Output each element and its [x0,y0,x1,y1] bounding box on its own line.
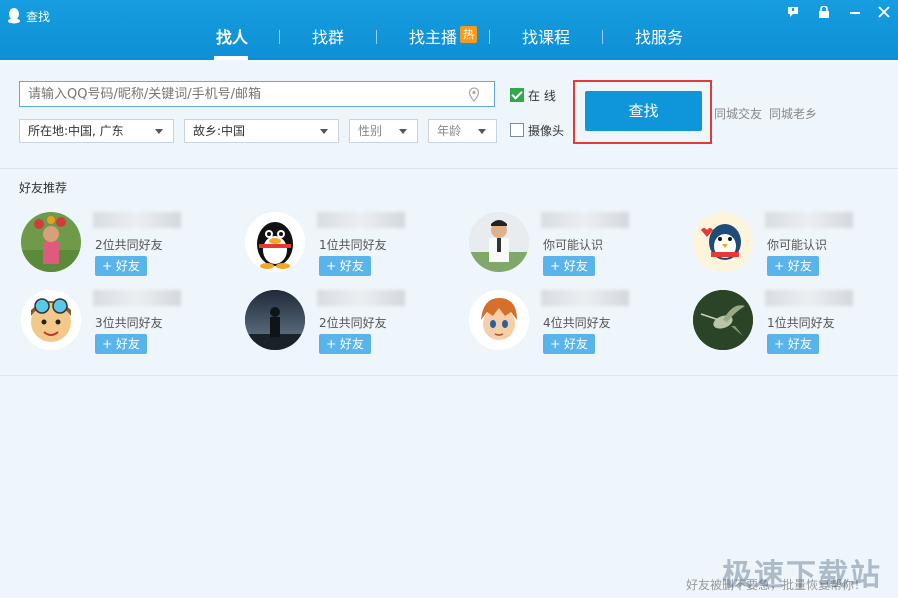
mutual-friends-text: 2位共同好友 [319,316,387,330]
feedback-icon[interactable] [783,6,803,24]
camera-checkbox[interactable] [510,123,524,137]
recommend-card[interactable]: 2位共同好友 + 好友 [245,290,455,354]
location-value: 所在地:中国, 广东 [28,124,124,138]
tab-divider [489,30,490,44]
nickname-blurred [765,212,853,228]
recommend-card[interactable]: 2位共同好友 + 好友 [21,212,231,276]
watermark-logo: 极速下载站 [722,558,882,593]
suggestion-text: 你可能认识 [767,238,828,252]
avatar-person-flowers[interactable] [21,212,81,272]
recommend-card[interactable]: 你可能认识 + 好友 [469,212,679,276]
hot-badge: 热 [460,26,477,43]
search-button[interactable]: 查找 [585,91,702,131]
tab-find-group[interactable]: 找群 [312,26,344,50]
age-value: 年龄 [437,124,462,138]
suggestion-text: 你可能认识 [543,238,604,252]
nickname-blurred [541,212,629,228]
add-friend-button[interactable]: + 好友 [543,256,595,276]
avatar-hummingbird[interactable] [693,290,753,350]
tab-divider [279,30,280,44]
add-friend-button[interactable]: + 好友 [95,256,147,276]
chevron-down-icon [320,129,328,134]
nickname-blurred [317,290,405,306]
nickname-blurred [765,290,853,306]
avatar-anime-boy[interactable] [469,290,529,350]
online-label: 在 线 [528,89,556,103]
search-panel [0,60,898,169]
title-bar: 查找 找人 找群 找主播 热 找课程 找服务 [0,0,898,60]
avatar-cartoon-boy[interactable] [21,290,81,350]
add-friend-button[interactable]: + 好友 [319,256,371,276]
gender-select[interactable]: 性别 [349,119,418,143]
avatar-qq-penguin[interactable] [245,212,305,272]
hometown-value: 故乡:中国 [193,124,246,138]
nickname-blurred [93,290,181,306]
search-box[interactable] [19,81,495,107]
tab-find-people[interactable]: 找人 [216,26,248,50]
chevron-down-icon [478,129,486,134]
mutual-friends-text: 4位共同好友 [543,316,611,330]
minimize-icon[interactable] [845,6,865,24]
add-friend-button[interactable]: + 好友 [767,256,819,276]
window-title: 查找 [26,10,51,24]
tab-find-course[interactable]: 找课程 [522,26,570,50]
add-friend-button[interactable]: + 好友 [319,334,371,354]
recommend-card[interactable]: 1位共同好友 + 好友 [245,212,455,276]
same-hometown-link[interactable]: 同城老乡 [769,105,817,122]
add-friend-button[interactable]: + 好友 [767,334,819,354]
tab-find-service[interactable]: 找服务 [635,26,683,50]
tab-find-streamer[interactable]: 找主播 [409,26,457,50]
location-pin-icon[interactable] [468,87,480,102]
recommend-card[interactable]: 你可能认识 + 好友 [693,212,898,276]
hometown-select[interactable]: 故乡:中国 [184,119,339,143]
recommend-card[interactable]: 3位共同好友 + 好友 [21,290,231,354]
close-icon[interactable] [874,6,894,24]
qq-logo-icon [8,8,20,24]
nickname-blurred [93,212,181,228]
recommend-card[interactable]: 1位共同好友 + 好友 [693,290,898,354]
camera-label: 摄像头 [528,124,565,138]
tab-divider [376,30,377,44]
avatar-man-white-shirt[interactable] [469,212,529,272]
online-checkbox[interactable] [510,88,524,102]
recommend-title: 好友推荐 [19,181,68,195]
age-select[interactable]: 年龄 [428,119,497,143]
avatar-night-silhouette[interactable] [245,290,305,350]
add-friend-button[interactable]: + 好友 [543,334,595,354]
mutual-friends-text: 2位共同好友 [95,238,163,252]
nickname-blurred [317,212,405,228]
chevron-down-icon [399,129,407,134]
location-select[interactable]: 所在地:中国, 广东 [19,119,174,143]
lock-icon[interactable] [814,5,834,24]
tab-divider [602,30,603,44]
same-city-friends-link[interactable]: 同城交友 [714,105,762,122]
mutual-friends-text: 1位共同好友 [767,316,835,330]
chevron-down-icon [155,129,163,134]
mutual-friends-text: 3位共同好友 [95,316,163,330]
section-divider [0,375,898,376]
search-input[interactable] [20,82,476,106]
avatar-penguin-scarf[interactable] [693,212,753,272]
gender-value: 性别 [358,124,383,138]
add-friend-button[interactable]: + 好友 [95,334,147,354]
mutual-friends-text: 1位共同好友 [319,238,387,252]
nickname-blurred [541,290,629,306]
recommend-card[interactable]: 4位共同好友 + 好友 [469,290,679,354]
